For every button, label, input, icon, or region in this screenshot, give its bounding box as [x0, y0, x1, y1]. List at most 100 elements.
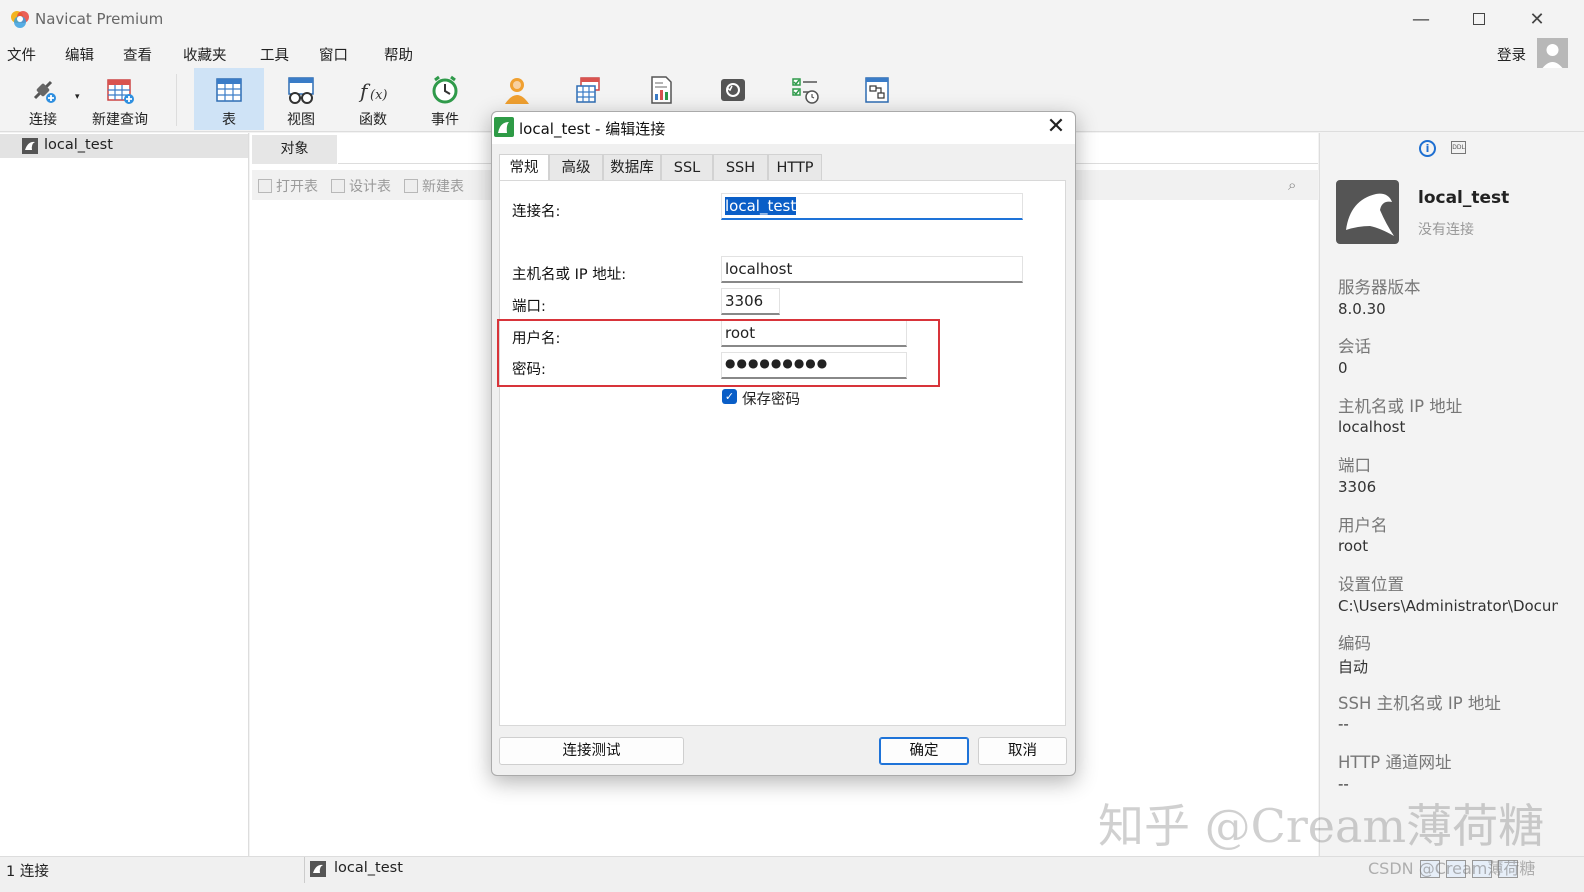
menu-view[interactable]: 查看	[123, 44, 152, 65]
new-table-button[interactable]: 新建表	[404, 176, 464, 196]
tab-general[interactable]: 常规	[499, 154, 549, 181]
tool-view-label: 视图	[287, 112, 315, 128]
tab-http[interactable]: HTTP	[768, 154, 822, 180]
user-avatar-icon	[1541, 44, 1564, 70]
status-divider	[304, 857, 305, 883]
design-table-button[interactable]: 设计表	[331, 176, 391, 196]
tool-connect-button[interactable]: 连接	[8, 68, 78, 130]
toolbar-divider	[176, 74, 177, 126]
host-input[interactable]: localhost	[721, 256, 1023, 283]
status-current-connection: local_test	[334, 860, 403, 876]
table-icon	[216, 78, 242, 102]
tool-new-query-button[interactable]: 新建查询	[85, 68, 155, 130]
credentials-highlight-box	[497, 319, 940, 387]
info-value-user: root	[1338, 537, 1369, 555]
app-title: Navicat Premium	[35, 10, 164, 28]
menu-help[interactable]: 帮助	[384, 44, 413, 65]
login-link[interactable]: 登录	[1497, 44, 1526, 65]
tab-ssh[interactable]: SSH	[713, 154, 768, 180]
info-label-ssh-host: SSH 主机名或 IP 地址	[1338, 694, 1501, 713]
connection-navigator	[0, 133, 249, 856]
tool-event-label: 事件	[431, 112, 459, 128]
port-label: 端口:	[512, 299, 546, 315]
menu-window[interactable]: 窗口	[319, 44, 348, 65]
tool-function-label: 函数	[359, 112, 387, 128]
view-icon	[288, 77, 314, 104]
maximize-button[interactable]	[1456, 4, 1502, 34]
info-label-encoding: 编码	[1338, 634, 1371, 653]
info-label-sessions: 会话	[1338, 337, 1371, 356]
host-label: 主机名或 IP 地址:	[512, 267, 627, 283]
tab-ssl[interactable]: SSL	[661, 154, 713, 180]
tool-connect-label: 连接	[29, 112, 57, 128]
connection-name-label: 连接名:	[512, 204, 561, 220]
mysql-dialog-icon	[494, 117, 514, 137]
mysql-connection-icon	[310, 861, 326, 877]
minimize-icon: —	[1412, 8, 1430, 30]
ok-button[interactable]: 确定	[879, 737, 969, 765]
test-connection-button[interactable]: 连接测试	[499, 737, 684, 765]
info-label-settings-location: 设置位置	[1338, 575, 1404, 594]
report-icon	[651, 76, 672, 104]
close-icon: ✕	[1046, 114, 1066, 139]
status-connection-count: 1 连接	[6, 864, 49, 880]
port-input[interactable]: 3306	[721, 288, 780, 315]
plug-icon	[33, 80, 56, 103]
info-label-port: 端口	[1338, 456, 1371, 475]
menu-file[interactable]: 文件	[7, 44, 36, 65]
connection-name-input[interactable]: local_test	[721, 193, 1023, 220]
info-label-host: 主机名或 IP 地址	[1338, 397, 1463, 416]
info-value-ssh-host: --	[1338, 715, 1349, 733]
cancel-button[interactable]: 取消	[978, 737, 1067, 765]
title-bar	[0, 0, 1584, 38]
info-label-user: 用户名	[1338, 516, 1388, 535]
close-window-button[interactable]: ✕	[1514, 4, 1560, 34]
menu-favorites[interactable]: 收藏夹	[183, 44, 227, 65]
tool-new-query-label: 新建查询	[92, 112, 148, 128]
new-query-icon	[107, 79, 134, 104]
function-icon: f (x)	[358, 79, 387, 103]
menu-bar	[0, 38, 1584, 68]
info-connection-state: 没有连接	[1418, 222, 1474, 238]
tab-databases[interactable]: 数据库	[603, 154, 661, 180]
minimize-button[interactable]: —	[1398, 4, 1444, 34]
dolphin-small-icon	[498, 122, 509, 133]
query-table-icon	[576, 77, 600, 103]
connect-dropdown-arrow-icon[interactable]: ▾	[75, 92, 80, 102]
svg-text:(x): (x)	[370, 88, 387, 103]
menu-edit[interactable]: 编辑	[65, 44, 94, 65]
info-icon[interactable]: i	[1419, 140, 1436, 157]
save-password-checkbox[interactable]: ✓	[722, 389, 737, 404]
dialog-close-button[interactable]: ✕	[1043, 114, 1069, 140]
tool-table-button[interactable]: 表	[194, 68, 264, 130]
info-value-host: localhost	[1338, 418, 1406, 436]
host-value: localhost	[725, 260, 793, 278]
close-icon: ✕	[1529, 8, 1545, 30]
open-table-button[interactable]: 打开表	[258, 176, 318, 196]
avatar[interactable]	[1537, 38, 1568, 70]
save-password-label[interactable]: 保存密码	[742, 388, 800, 409]
connection-name-value: local_test	[725, 197, 797, 215]
info-connection-name: local_test	[1418, 188, 1510, 208]
watermark-zhihu: 知乎 @Cream薄荷糖	[1098, 799, 1545, 853]
mysql-connection-icon	[22, 138, 38, 154]
tab-objects[interactable]: 对象	[252, 135, 337, 164]
info-value-settings-location: C:\Users\Administrator\Documents	[1338, 597, 1558, 615]
port-value: 3306	[725, 292, 764, 310]
open-table-icon	[258, 179, 272, 193]
open-table-label: 打开表	[276, 179, 318, 195]
info-label-server-version: 服务器版本	[1338, 278, 1421, 297]
dolphin-shape	[1346, 193, 1394, 236]
tool-function-button[interactable]: f (x) 函数	[338, 68, 408, 130]
user-icon	[505, 78, 529, 104]
menu-tools[interactable]: 工具	[260, 44, 289, 65]
backup-icon	[721, 79, 745, 101]
new-table-icon	[404, 179, 418, 193]
tab-advanced[interactable]: 高级	[549, 154, 603, 180]
info-value-sessions: 0	[1338, 359, 1348, 377]
info-label-http-url: HTTP 通道网址	[1338, 753, 1452, 772]
ddl-icon[interactable]: DDL	[1451, 141, 1466, 154]
tool-event-button[interactable]: 事件	[410, 68, 480, 130]
search-icon[interactable]: ⌕	[1288, 176, 1296, 194]
tool-view-button[interactable]: 视图	[266, 68, 336, 130]
